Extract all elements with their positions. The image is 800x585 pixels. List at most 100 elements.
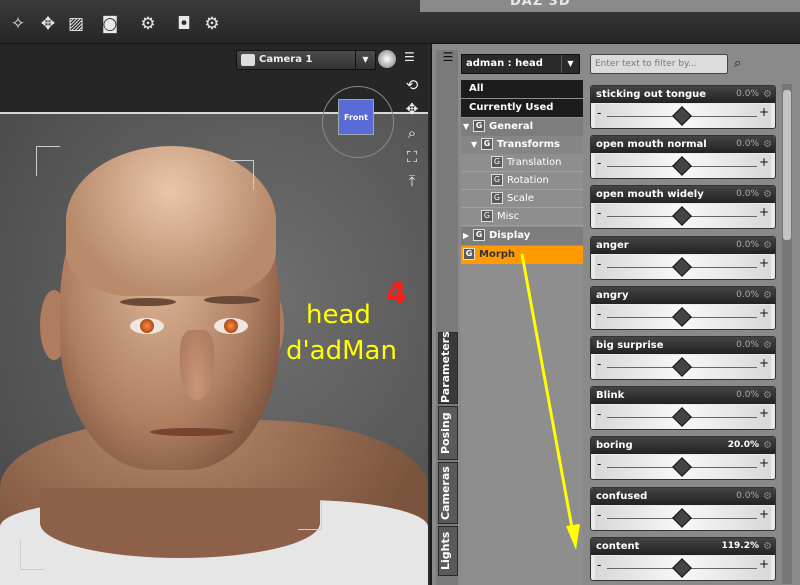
- shading-icon[interactable]: [378, 50, 396, 68]
- decrement-button[interactable]: -: [597, 508, 601, 522]
- param-name: content: [596, 540, 640, 552]
- camera-dropdown[interactable]: Camera 1 ▼: [236, 50, 376, 70]
- tree-item-currently-used[interactable]: Currently Used: [461, 99, 583, 117]
- node-dropdown[interactable]: adman : head ▼: [461, 54, 580, 74]
- view-cube[interactable]: Front: [338, 99, 374, 135]
- increment-button[interactable]: +: [759, 306, 769, 320]
- param-value[interactable]: 119.2%: [722, 538, 760, 555]
- param-slider[interactable]: confused 0.0% ⚙ - +: [590, 486, 776, 531]
- param-slider[interactable]: big surprise 0.0% ⚙ - +: [590, 336, 776, 380]
- group-icon: G: [473, 229, 485, 241]
- render-icon[interactable]: ◘: [172, 12, 196, 36]
- param-slider[interactable]: open mouth normal 0.0% ⚙ - +: [590, 135, 776, 180]
- tree-item-transforms[interactable]: ▼ G Transforms: [461, 136, 583, 154]
- gear-icon[interactable]: ⚙: [763, 136, 772, 153]
- expand-arrow-icon[interactable]: ▶: [463, 227, 473, 245]
- gear-icon[interactable]: ⚙: [763, 337, 772, 354]
- tree-item-all[interactable]: All: [461, 80, 583, 98]
- geometry-editor-icon[interactable]: ▨: [64, 12, 88, 36]
- decrement-button[interactable]: -: [597, 558, 601, 572]
- tree-item-general[interactable]: ▼ G General: [461, 118, 583, 136]
- gear-icon[interactable]: ⚙: [763, 488, 772, 505]
- tree-item-display[interactable]: ▶ G Display: [461, 227, 583, 245]
- expand-arrow-icon[interactable]: ▼: [463, 118, 473, 136]
- render-settings-icon[interactable]: ⚙: [136, 12, 160, 36]
- tree-item-translation[interactable]: G Translation: [461, 154, 583, 172]
- gear-icon[interactable]: ⚙: [763, 538, 772, 555]
- orbit-icon[interactable]: ⟲: [402, 74, 422, 96]
- decrement-button[interactable]: -: [597, 206, 601, 220]
- increment-button[interactable]: +: [759, 105, 769, 119]
- param-value[interactable]: 0.0%: [736, 186, 759, 203]
- tree-item-label: Transforms: [497, 139, 560, 150]
- annotation-head: head: [306, 300, 371, 330]
- increment-button[interactable]: +: [759, 507, 769, 521]
- pane-menu-icon[interactable]: ☰: [440, 50, 456, 66]
- param-value[interactable]: 0.0%: [736, 337, 759, 354]
- pan-icon[interactable]: ✥: [402, 98, 422, 120]
- tab-posing[interactable]: Posing: [438, 406, 458, 460]
- decrement-button[interactable]: -: [597, 457, 601, 471]
- param-slider[interactable]: open mouth widely 0.0% ⚙ - +: [590, 185, 776, 230]
- param-slider[interactable]: Blink 0.0% ⚙ - +: [590, 386, 776, 431]
- increment-button[interactable]: +: [759, 456, 769, 470]
- gear-icon[interactable]: ⚙: [763, 86, 772, 103]
- main-toolbar: DAZ 3D ✧ ✥ ▨ ◙ ⚙ ◘ ⚙: [0, 0, 800, 44]
- scrollbar-thumb[interactable]: [783, 90, 791, 240]
- viewport-menu-icon[interactable]: ☰: [404, 50, 415, 64]
- annotation-number: 4: [386, 276, 407, 311]
- param-slider[interactable]: boring 20.0% ⚙ - +: [590, 436, 776, 481]
- tree-item-scale[interactable]: G Scale: [461, 190, 583, 208]
- expand-arrow-icon[interactable]: ▼: [471, 136, 481, 154]
- param-slider[interactable]: angry 0.0% ⚙ - +: [590, 285, 776, 330]
- gear-icon[interactable]: ⚙: [763, 437, 772, 454]
- tab-cameras[interactable]: Cameras: [438, 462, 458, 524]
- param-value[interactable]: 0.0%: [736, 136, 759, 153]
- bounding-box-corner: [298, 500, 322, 530]
- frame-icon[interactable]: ⛶: [402, 146, 422, 168]
- increment-button[interactable]: +: [759, 406, 769, 420]
- zoom-icon[interactable]: ⌕: [402, 122, 422, 144]
- filter-input[interactable]: Enter text to filter by...: [590, 54, 728, 74]
- decrement-button[interactable]: -: [597, 106, 601, 120]
- decrement-button[interactable]: -: [597, 357, 601, 371]
- param-name: anger: [596, 239, 629, 251]
- increment-button[interactable]: +: [759, 356, 769, 370]
- gear-icon[interactable]: ⚙: [763, 237, 772, 254]
- gear-icon[interactable]: ⚙: [763, 387, 772, 404]
- tree-item-morph[interactable]: G Morph: [461, 246, 583, 264]
- param-value[interactable]: 0.0%: [736, 237, 759, 254]
- param-value[interactable]: 0.0%: [736, 86, 759, 103]
- param-value[interactable]: 20.0%: [728, 437, 759, 454]
- increment-button[interactable]: +: [759, 205, 769, 219]
- gear-icon[interactable]: ⚙: [763, 186, 772, 203]
- increment-button[interactable]: +: [759, 557, 769, 571]
- search-icon[interactable]: ⌕: [734, 56, 750, 72]
- param-value[interactable]: 0.0%: [736, 488, 759, 505]
- bounding-box-corner: [36, 146, 60, 176]
- increment-button[interactable]: +: [759, 155, 769, 169]
- decrement-button[interactable]: -: [597, 156, 601, 170]
- param-slider[interactable]: content 119.2% ⚙ - +: [590, 536, 776, 581]
- camera-gear-icon[interactable]: ⚙: [200, 12, 224, 36]
- tree-item-label: Display: [489, 230, 531, 241]
- tab-lights[interactable]: Lights: [438, 526, 458, 576]
- param-value[interactable]: 0.0%: [736, 387, 759, 404]
- param-value[interactable]: 0.0%: [736, 287, 759, 304]
- tree-item-rotation[interactable]: G Rotation: [461, 172, 583, 190]
- param-slider[interactable]: anger 0.0% ⚙ - +: [590, 235, 776, 280]
- tree-item-misc[interactable]: G Misc: [461, 208, 583, 226]
- figure-brow-left: [120, 298, 176, 306]
- param-slider[interactable]: sticking out tongue 0.0% ⚙ - +: [590, 85, 776, 129]
- universal-tool-icon[interactable]: ✥: [36, 12, 60, 36]
- node-select-icon[interactable]: ✧: [6, 12, 30, 36]
- gear-icon[interactable]: ⚙: [763, 287, 772, 304]
- decrement-button[interactable]: -: [597, 257, 601, 271]
- decrement-button[interactable]: -: [597, 307, 601, 321]
- tree-item-label: Currently Used: [469, 102, 554, 113]
- reset-icon[interactable]: ⤒: [402, 170, 422, 192]
- photo-icon[interactable]: ◙: [98, 12, 122, 36]
- tab-parameters[interactable]: Parameters: [438, 331, 458, 404]
- decrement-button[interactable]: -: [597, 407, 601, 421]
- increment-button[interactable]: +: [759, 256, 769, 270]
